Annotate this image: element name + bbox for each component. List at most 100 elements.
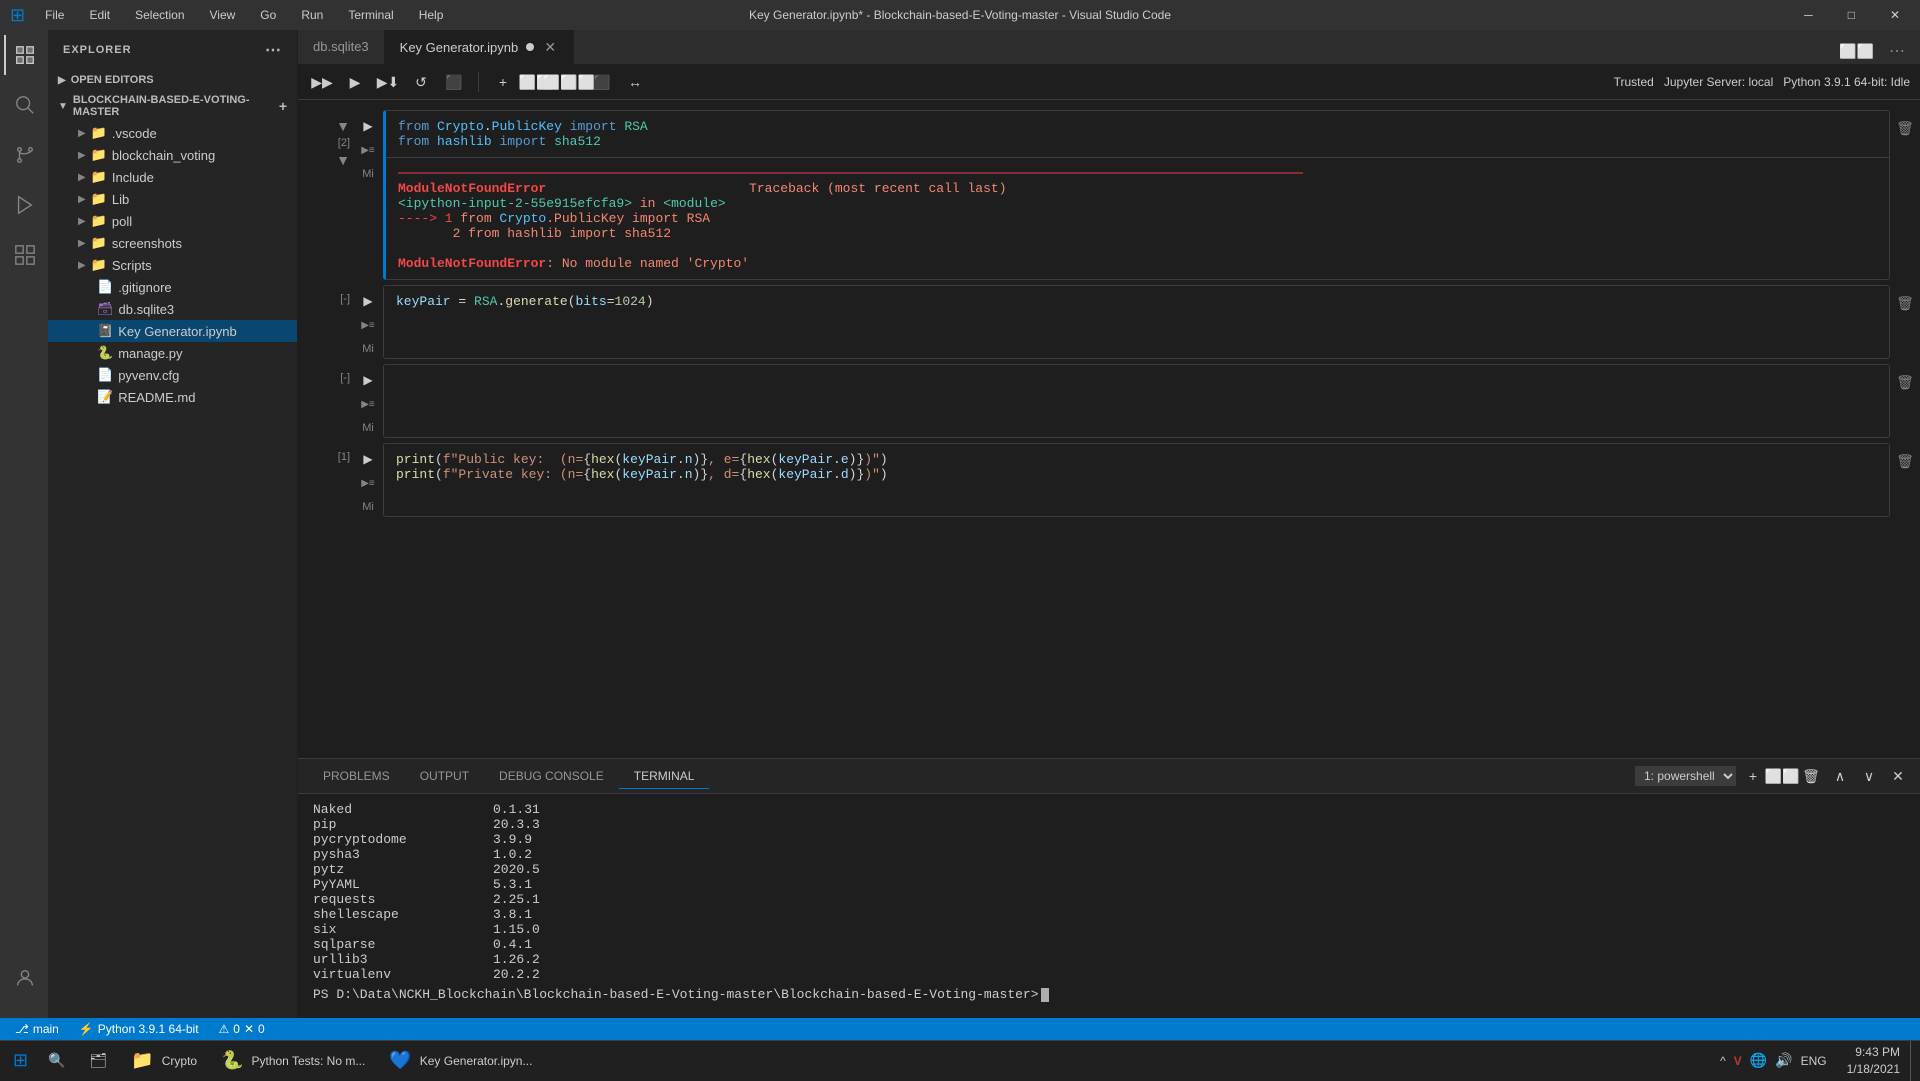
sidebar: EXPLORER ⋯ ▶ OPEN EDITORS ▼ BLOCKCHAIN-B…: [48, 30, 298, 1058]
cell-1-code[interactable]: from Crypto.PublicKey import RSA from ha…: [386, 111, 1889, 157]
cell-1-expand-icon[interactable]: ▼: [336, 152, 350, 168]
cell-1-run-icon[interactable]: ▶: [358, 116, 378, 136]
cell-1-debug-icon[interactable]: ▶≡: [358, 140, 378, 160]
run-below-button[interactable]: ▶⬇: [374, 68, 402, 96]
split-editor-icon[interactable]: ⬜⬜: [1834, 40, 1879, 63]
cell-4-run-icon[interactable]: ▶: [358, 449, 378, 469]
export-button[interactable]: ⬛: [588, 68, 616, 96]
tab-close-icon[interactable]: ✕: [542, 39, 558, 55]
cell-2-debug-icon[interactable]: ▶≡: [358, 315, 378, 335]
minimize-button[interactable]: ─: [1794, 5, 1823, 25]
taskbar-python[interactable]: 🐍 Python Tests: No m...: [209, 1043, 377, 1079]
shell-selector[interactable]: 1: powershell: [1635, 766, 1736, 786]
split-button[interactable]: ↔: [621, 68, 649, 96]
restart-button[interactable]: ↺: [407, 68, 435, 96]
collapse-terminal-icon[interactable]: ∧: [1828, 764, 1852, 788]
cell-2-run-icon[interactable]: ▶: [358, 291, 378, 311]
cell-1-collapse-icon[interactable]: ▼: [336, 118, 350, 134]
sidebar-item-blockchain-voting[interactable]: ▶ 📁 blockchain_voting: [48, 144, 297, 166]
cell-1-more-icon[interactable]: Mi: [358, 164, 378, 184]
new-terminal-icon[interactable]: +: [1741, 764, 1765, 788]
activity-explorer-icon[interactable]: [4, 35, 44, 75]
sidebar-menu-icon[interactable]: ⋯: [265, 40, 282, 60]
git-branch-section[interactable]: ⎇ main: [10, 1018, 64, 1040]
cell-3-code[interactable]: [384, 365, 1889, 395]
python-version-section[interactable]: ⚡ Python 3.9.1 64-bit: [74, 1018, 204, 1040]
activity-account-icon[interactable]: [4, 958, 44, 998]
start-button[interactable]: ⊞: [5, 1043, 36, 1079]
split-terminal-icon[interactable]: ⬜⬜: [1770, 764, 1794, 788]
cell-2-delete-icon[interactable]: 🗑: [1895, 293, 1915, 313]
cell-1-delete-icon[interactable]: 🗑: [1895, 118, 1915, 138]
new-file-icon[interactable]: +: [279, 98, 287, 114]
cell-4-delete-icon[interactable]: 🗑: [1895, 451, 1915, 471]
sidebar-item-vscode[interactable]: ▶ 📁 .vscode: [48, 122, 297, 144]
cell-3-more-icon[interactable]: Mi: [358, 418, 378, 438]
titlebar: ⊞ File Edit Selection View Go Run Termin…: [0, 0, 1920, 30]
sidebar-item-scripts[interactable]: ▶ 📁 Scripts: [48, 254, 297, 276]
jupyter-server-label[interactable]: Jupyter Server: local: [1664, 75, 1773, 89]
show-desktop-button[interactable]: [1910, 1041, 1915, 1081]
menu-selection[interactable]: Selection: [130, 6, 189, 24]
tab-problems[interactable]: PROBLEMS: [308, 764, 405, 788]
cell-3-debug-icon[interactable]: ▶≡: [358, 394, 378, 414]
cell-3-delete-icon[interactable]: 🗑: [1895, 372, 1915, 392]
run-all-button[interactable]: ▶▶: [308, 68, 336, 96]
pkg-urllib3: urllib31.26.2: [313, 952, 1905, 967]
cell-4-more-icon[interactable]: Mi: [358, 497, 378, 517]
activity-debug-icon[interactable]: [4, 185, 44, 225]
sidebar-item-db[interactable]: 🗃 db.sqlite3: [48, 298, 297, 320]
cell-2-more-icon[interactable]: Mi: [358, 339, 378, 359]
search-taskbar[interactable]: 🔍: [36, 1043, 77, 1079]
activity-git-icon[interactable]: [4, 135, 44, 175]
tray-chevron-icon[interactable]: ^: [1720, 1054, 1726, 1068]
menu-run[interactable]: Run: [296, 6, 328, 24]
more-actions-icon[interactable]: ⋯: [1884, 38, 1910, 64]
sidebar-item-screenshots[interactable]: ▶ 📁 screenshots: [48, 232, 297, 254]
close-button[interactable]: ✕: [1880, 5, 1910, 25]
language-label[interactable]: ENG: [1801, 1054, 1827, 1068]
menu-go[interactable]: Go: [255, 6, 281, 24]
activity-search-icon[interactable]: [4, 85, 44, 125]
kernel-label[interactable]: Python 3.9.1 64-bit: Idle: [1783, 75, 1910, 89]
tab-output[interactable]: OUTPUT: [405, 764, 484, 788]
tab-terminal[interactable]: TERMINAL: [619, 764, 710, 789]
sidebar-item-key-generator[interactable]: 📓 Key Generator.ipynb: [48, 320, 297, 342]
close-terminal-icon[interactable]: ✕: [1886, 764, 1910, 788]
trash-terminal-icon[interactable]: 🗑: [1799, 764, 1823, 788]
tab-debug-console[interactable]: DEBUG CONSOLE: [484, 764, 619, 788]
sidebar-item-readme[interactable]: 📝 README.md: [48, 386, 297, 408]
maximize-button[interactable]: □: [1838, 5, 1865, 25]
error-count-section[interactable]: ⚠ 0 ✕ 0: [214, 1018, 270, 1040]
clock-display[interactable]: 9:43 PM 1/18/2021: [1837, 1044, 1910, 1078]
interrupt-button[interactable]: ⬛: [440, 68, 468, 96]
tab-db-sqlite3[interactable]: db.sqlite3: [298, 30, 385, 64]
task-view-button[interactable]: 🗂: [78, 1043, 120, 1079]
open-editors-section[interactable]: ▶ OPEN EDITORS: [48, 70, 297, 90]
expand-terminal-icon[interactable]: ∨: [1857, 764, 1881, 788]
cell-3-run-icon[interactable]: ▶: [358, 370, 378, 390]
activity-extensions-icon[interactable]: [4, 235, 44, 275]
taskbar-vscode[interactable]: 💙 Key Generator.ipyn...: [377, 1043, 544, 1079]
taskbar-explorer[interactable]: 📁 Crypto: [119, 1043, 209, 1079]
sidebar-item-poll[interactable]: ▶ 📁 poll: [48, 210, 297, 232]
cell-1-output: ────────────────────────────────────────…: [386, 157, 1889, 279]
run-button[interactable]: ▶: [341, 68, 369, 96]
cell-4-code[interactable]: print(f"Public key: (n={hex(keyPair.n)},…: [384, 444, 1889, 490]
cell-4-debug-icon[interactable]: ▶≡: [358, 473, 378, 493]
menu-help[interactable]: Help: [414, 6, 449, 24]
sidebar-item-gitignore[interactable]: 📄 .gitignore: [48, 276, 297, 298]
add-cell-button[interactable]: +: [489, 68, 517, 96]
tab-key-generator[interactable]: Key Generator.ipynb ✕: [385, 30, 575, 64]
project-section[interactable]: ▼ BLOCKCHAIN-BASED-E-VOTING-MASTER +: [48, 90, 297, 122]
menu-terminal[interactable]: Terminal: [343, 6, 398, 24]
sidebar-item-lib[interactable]: ▶ 📁 Lib: [48, 188, 297, 210]
cell-2-code[interactable]: keyPair = RSA.generate(bits=1024): [384, 286, 1889, 317]
sidebar-item-pyvenv[interactable]: 📄 pyvenv.cfg: [48, 364, 297, 386]
move-down-button[interactable]: ⬜⬜⬜: [555, 68, 583, 96]
menu-file[interactable]: File: [40, 6, 69, 24]
menu-view[interactable]: View: [205, 6, 241, 24]
sidebar-item-manage[interactable]: 🐍 manage.py: [48, 342, 297, 364]
sidebar-item-include[interactable]: ▶ 📁 Include: [48, 166, 297, 188]
menu-edit[interactable]: Edit: [84, 6, 115, 24]
